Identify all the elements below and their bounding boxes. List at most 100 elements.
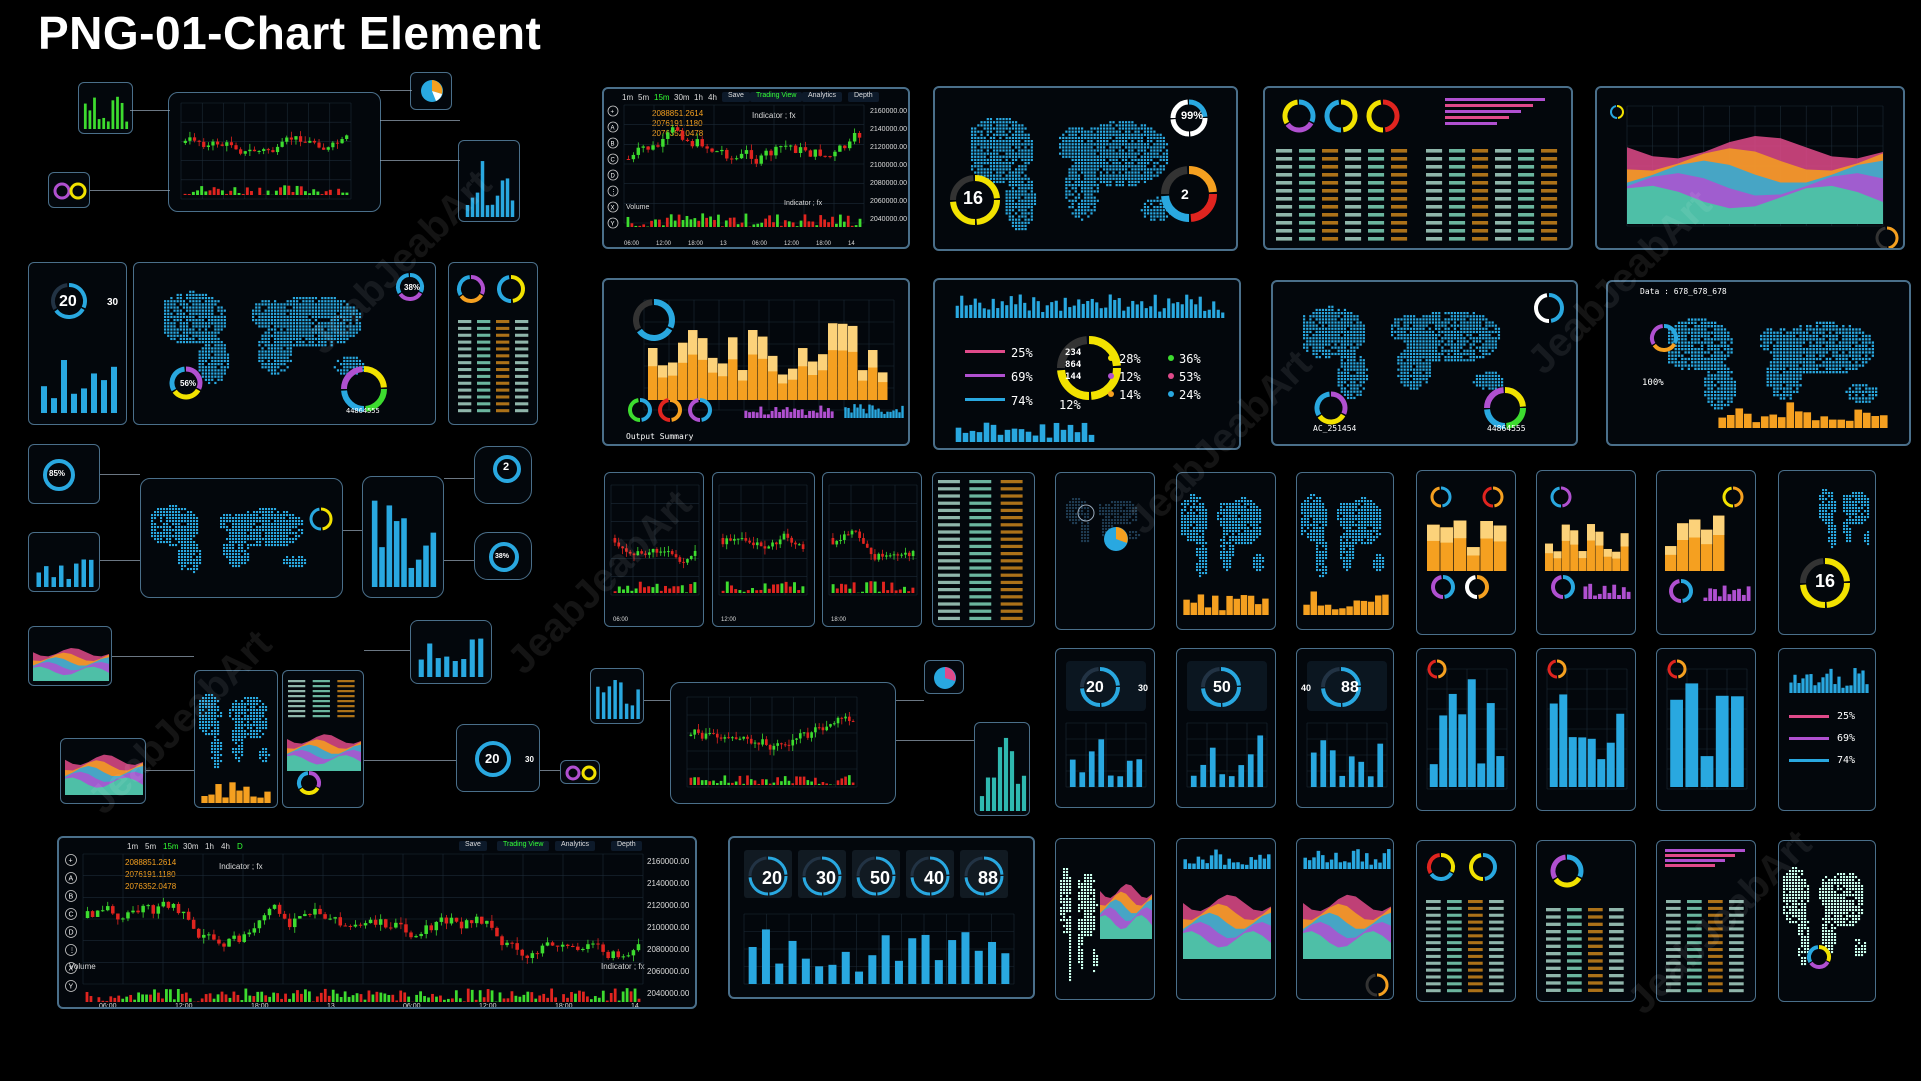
gauge-value: 56% (180, 379, 197, 388)
dot-wave-card (1055, 838, 1155, 1000)
svg-text:C: C (611, 158, 616, 164)
svg-text:18:00: 18:00 (816, 241, 832, 247)
blue-bars-3 (1656, 648, 1756, 811)
svg-text:06:00: 06:00 (752, 241, 768, 247)
svg-text:2140000.00: 2140000.00 (870, 126, 907, 133)
ring-table-card-3 (1536, 840, 1636, 1002)
gauge-value: 50 (870, 868, 891, 888)
gauge-value: 2 (503, 461, 510, 473)
gauge-16-card: 16 (1778, 470, 1876, 635)
svg-text:13: 13 (720, 241, 727, 247)
ac-label: AC_251454 (1313, 424, 1357, 433)
gauge-value: 30 (525, 755, 534, 764)
svg-text:D: D (611, 174, 616, 180)
gauge-value: 100% (1642, 378, 1664, 388)
page-title: PNG-01-Chart Element (38, 7, 542, 59)
id-label: 44864555 (346, 407, 380, 415)
ring-table-card (448, 262, 538, 425)
svg-text:18:00: 18:00 (688, 241, 704, 247)
pie-chip (924, 660, 964, 694)
svg-text:⋮: ⋮ (611, 190, 617, 196)
gauge-value: 40 (1301, 683, 1312, 693)
mini-pie-card (410, 72, 452, 110)
gauge-value: 2 (1181, 186, 1189, 202)
price-table-card (932, 472, 1035, 627)
pct-bars-card: 25% 69% 74% (1778, 648, 1876, 811)
pct-value: 14% (1119, 388, 1141, 402)
mini-rings-card (48, 172, 90, 208)
output-summary-label: Output Summary (626, 432, 694, 441)
percent-gauge-panel: 25% 69% 74% 234 864 144 12% 28% 12% 14% … (933, 278, 1241, 450)
gauge-value: 20 (485, 751, 500, 766)
gauge-value: 40 (924, 868, 945, 888)
gauge-88-bar-card: 88 40 (1296, 648, 1394, 808)
ring-card-85: 85% (28, 444, 100, 504)
blue-bars-2 (1536, 648, 1636, 811)
world-map-panel-1: 16 99% 2 (933, 86, 1238, 251)
svg-text:2120000.00: 2120000.00 (870, 144, 907, 151)
map-narrow-2 (1296, 472, 1394, 630)
gauge-value: 864 (1065, 360, 1082, 370)
gauge-20-chip: 20 30 (456, 724, 540, 792)
svg-text:2080000.00: 2080000.00 (870, 180, 907, 187)
gauge-row-panel: 20 30 50 40 88 (728, 836, 1035, 999)
gauge-value: 16 (1815, 571, 1836, 591)
gauge-value: 20 (1086, 679, 1104, 696)
ring-table-card-2 (1416, 840, 1516, 1002)
id-label: 44864555 (1487, 424, 1526, 433)
wave-mini-card (28, 626, 112, 686)
gauge-value: 88 (978, 868, 999, 888)
svg-text:2060000.00: 2060000.00 (870, 198, 907, 205)
svg-text:A: A (611, 126, 615, 132)
pct-value: 28% (1119, 352, 1141, 366)
svg-text:B: B (611, 142, 615, 148)
orange-bars-2 (1536, 470, 1636, 635)
pct-value: 36% (1179, 352, 1201, 366)
svg-text:06:00: 06:00 (624, 241, 640, 247)
pct-value: 24% (1179, 388, 1201, 402)
bar-mini-card (28, 532, 100, 592)
trading-panel-large: 1m 5m 15m 30m 1h 4h D Save Trading View … (57, 836, 697, 1009)
orange-bars-3 (1656, 470, 1756, 635)
gauge-value: 16 (963, 188, 984, 208)
mix-tall-mini (282, 670, 364, 808)
gauge-card-38: 38% (474, 532, 532, 580)
svg-text:2100000.00: 2100000.00 (870, 162, 907, 169)
svg-text:+: + (611, 110, 615, 116)
gauge-20-bar-card: 20 30 (1055, 648, 1155, 808)
mini-trading-panel (168, 92, 381, 212)
bar-card-small (590, 668, 644, 724)
svg-text:Y: Y (611, 222, 615, 228)
gauge-value: 99% (1181, 110, 1204, 122)
trading-panel-1: 1m 5m 15m 30m 1h 4h Save Trading View An… (602, 87, 910, 249)
gauge-value: 20 (762, 868, 783, 888)
gauge-value: 30 (1138, 683, 1149, 693)
pct-value: 12% (1119, 370, 1141, 384)
area-chart-panel-1 (1595, 86, 1905, 250)
pct-value: 69% (1837, 733, 1856, 744)
world-map-panel-4: Data : 678_678_678 100% (1606, 280, 1911, 446)
rings-chip (560, 760, 600, 784)
area-wave-card-1 (1176, 838, 1276, 1000)
output-summary-panel-1: Output Summary (602, 278, 910, 446)
gauge-card-20: 20 30 (28, 262, 127, 425)
svg-text:12:00: 12:00 (784, 241, 800, 247)
svg-text:12:00: 12:00 (656, 241, 672, 247)
pct-value: 12% (1059, 398, 1081, 412)
gauge-value: 234 (1065, 348, 1082, 358)
gauge-value: 144 (1065, 372, 1082, 382)
pct-value: 53% (1179, 370, 1201, 384)
svg-text:14: 14 (848, 241, 855, 247)
trading-mini-b: 12:00 (712, 472, 815, 627)
pct-value: 25% (1837, 711, 1856, 722)
pct-value: 25% (1011, 346, 1033, 360)
area-wave-card-2 (1296, 838, 1394, 1000)
gauge-card-2: 2 (474, 446, 532, 504)
pct-value: 74% (1011, 394, 1033, 408)
pct-value: 74% (1837, 755, 1856, 766)
gauge-value: 50 (1213, 679, 1231, 696)
blue-bars-1 (1416, 648, 1516, 811)
gauge-value: 30 (107, 297, 119, 308)
bar-chart-mini (362, 476, 444, 598)
gauge-value: 85% (49, 469, 66, 478)
